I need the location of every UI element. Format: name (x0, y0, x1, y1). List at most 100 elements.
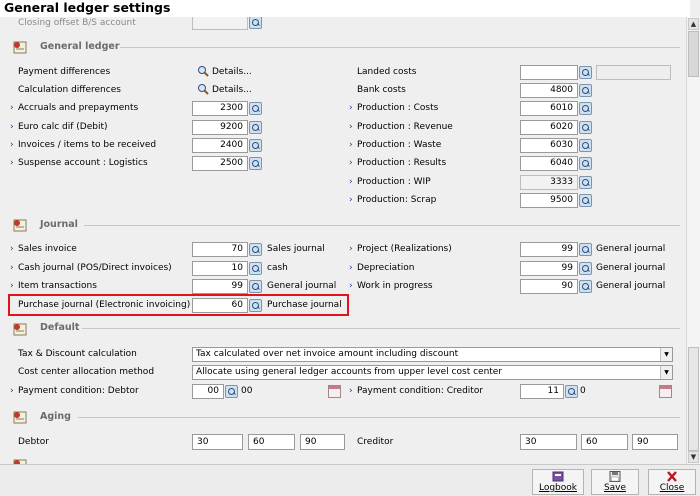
details-magnifier-icon[interactable] (197, 65, 209, 77)
project-realizations-lookup-icon[interactable] (579, 243, 592, 256)
depreciation-lookup-icon[interactable] (579, 262, 592, 275)
expand-arrow-icon: › (10, 122, 14, 132)
cash-journal-lookup-icon[interactable] (249, 262, 262, 275)
chevron-down-icon[interactable]: ▼ (660, 366, 672, 379)
expand-arrow-icon: › (10, 263, 14, 273)
production-costs-field[interactable]: 6010 (520, 101, 578, 116)
invoices-received-field[interactable]: 2400 (192, 138, 248, 153)
item-transactions-field[interactable]: 99 (192, 279, 248, 294)
section-next-icon (13, 459, 27, 464)
section-divider (84, 225, 680, 226)
purchase-journal-lookup-icon[interactable] (249, 299, 262, 312)
invoices-received-lookup-icon[interactable] (249, 139, 262, 152)
details-magnifier-icon[interactable] (197, 83, 209, 95)
sales-invoice-field[interactable]: 70 (192, 242, 248, 257)
production-costs-label: Production : Costs (357, 103, 439, 113)
suspense-account-lookup-icon[interactable] (249, 157, 262, 170)
work-in-progress-label: Work in progress (357, 281, 433, 291)
scroll-up-icon[interactable]: ▲ (688, 18, 699, 30)
production-results-lookup-icon[interactable] (579, 157, 592, 170)
calculation-differences-label: Calculation differences (18, 85, 121, 95)
sales-invoice-description: Sales journal (267, 244, 325, 254)
closing-offset-lookup-icon[interactable] (249, 17, 262, 29)
expand-arrow-icon: › (349, 122, 353, 132)
production-waste-lookup-icon[interactable] (579, 139, 592, 152)
landed-costs-label: Landed costs (357, 67, 417, 77)
production-scrap-field[interactable]: 9500 (520, 193, 578, 208)
purchase-journal-label: Purchase journal (Electronic invoicing) (18, 300, 191, 310)
depreciation-field[interactable]: 99 (520, 261, 578, 276)
closing-offset-field[interactable] (192, 17, 248, 30)
section-title-general-ledger: General ledger (40, 41, 120, 52)
work-in-progress-field[interactable]: 90 (520, 279, 578, 294)
work-in-progress-lookup-icon[interactable] (579, 280, 592, 293)
window-title-bar: General ledger settings (0, 0, 690, 17)
section-title-aging: Aging (40, 411, 71, 422)
scroll-track-lower[interactable] (688, 347, 699, 451)
landed-costs-lookup-icon[interactable] (579, 66, 592, 79)
expand-arrow-icon: › (349, 263, 353, 273)
production-revenue-lookup-icon[interactable] (579, 121, 592, 134)
production-scrap-lookup-icon[interactable] (579, 194, 592, 207)
cost-center-select[interactable]: Allocate using general ledger accounts f… (192, 365, 673, 380)
sales-invoice-lookup-icon[interactable] (249, 243, 262, 256)
suspense-account-field[interactable]: 2500 (192, 156, 248, 171)
project-realizations-description: General journal (596, 244, 666, 254)
scroll-thumb[interactable] (688, 31, 699, 77)
purchase-journal-field[interactable]: 60 (192, 298, 248, 313)
logbook-button[interactable]: Logbook (532, 469, 584, 495)
sales-invoice-label: Sales invoice (18, 244, 77, 254)
accruals-label: Accruals and prepayments (18, 103, 139, 113)
payment-creditor-lookup-icon[interactable] (565, 385, 578, 398)
aging-debtor-period-2[interactable]: 60 (248, 434, 295, 450)
production-wip-field[interactable]: 3333 (520, 175, 578, 190)
payment-creditor-field[interactable]: 11 (520, 384, 564, 399)
aging-creditor-period-3[interactable]: 90 (632, 434, 678, 450)
expand-arrow-icon: › (10, 158, 14, 168)
cash-journal-field[interactable]: 10 (192, 261, 248, 276)
suspense-account-label: Suspense account : Logistics (18, 158, 148, 168)
logbook-icon (552, 471, 564, 482)
save-button[interactable]: Save (591, 469, 639, 495)
aging-debtor-period-3[interactable]: 90 (300, 434, 345, 450)
production-scrap-label: Production: Scrap (357, 195, 437, 205)
section-divider (82, 328, 680, 329)
accruals-lookup-icon[interactable] (249, 102, 262, 115)
close-button[interactable]: Close (648, 469, 696, 495)
aging-debtor-period-1[interactable]: 30 (192, 434, 243, 450)
chevron-down-icon[interactable]: ▼ (660, 348, 672, 361)
cost-center-value: Allocate using general ledger accounts f… (196, 367, 503, 377)
calendar-icon[interactable] (659, 385, 672, 398)
project-realizations-field[interactable]: 99 (520, 242, 578, 257)
aging-creditor-label: Creditor (357, 437, 394, 447)
payment-differences-details-link[interactable]: Details... (212, 66, 252, 78)
item-transactions-lookup-icon[interactable] (249, 280, 262, 293)
production-results-field[interactable]: 6040 (520, 156, 578, 171)
logbook-label: Logbook (538, 483, 577, 493)
accruals-field[interactable]: 2300 (192, 101, 248, 116)
expand-arrow-icon: › (10, 281, 14, 291)
production-waste-field[interactable]: 6030 (520, 138, 578, 153)
production-costs-lookup-icon[interactable] (579, 102, 592, 115)
floppy-disk-icon (609, 471, 621, 482)
expand-arrow-icon: › (349, 281, 353, 291)
euro-calc-field[interactable]: 9200 (192, 120, 248, 135)
bank-costs-field[interactable]: 4800 (520, 83, 578, 98)
euro-calc-lookup-icon[interactable] (249, 121, 262, 134)
section-title-default: Default (40, 322, 80, 333)
production-revenue-field[interactable]: 6020 (520, 120, 578, 135)
payment-debtor-lookup-icon[interactable] (225, 385, 238, 398)
bank-costs-lookup-icon[interactable] (579, 84, 592, 97)
calendar-icon[interactable] (328, 385, 341, 398)
vertical-scrollbar[interactable]: ▲ ▼ (686, 17, 700, 464)
payment-debtor-field[interactable]: 00 (192, 384, 224, 399)
calculation-differences-details-link[interactable]: Details... (212, 84, 252, 96)
tax-discount-select[interactable]: Tax calculated over net invoice amount i… (192, 347, 673, 362)
scroll-down-icon[interactable]: ▼ (688, 451, 699, 463)
tax-discount-value: Tax calculated over net invoice amount i… (196, 349, 459, 359)
landed-costs-field[interactable] (520, 65, 578, 80)
production-wip-lookup-icon[interactable] (579, 176, 592, 189)
aging-creditor-period-1[interactable]: 30 (520, 434, 577, 450)
aging-creditor-period-2[interactable]: 60 (581, 434, 628, 450)
payment-differences-label: Payment differences (18, 67, 111, 77)
